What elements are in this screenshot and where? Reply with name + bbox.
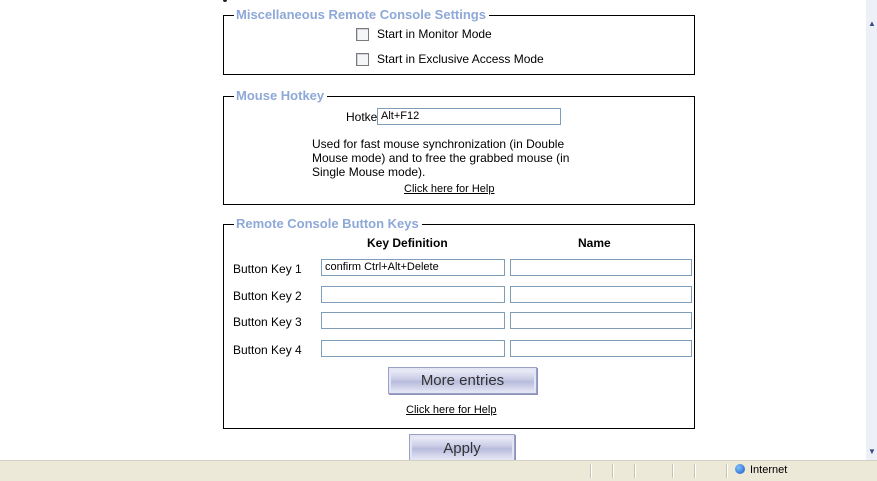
monitor-mode-label: Start in Monitor Mode — [377, 27, 492, 41]
button-key-2-definition-input[interactable] — [321, 286, 505, 303]
hotkey-help-link[interactable]: Click here for Help — [404, 183, 494, 195]
button-keys-group: Remote Console Button Keys Key Definitio… — [223, 216, 695, 429]
security-zone-indicator: Internet — [735, 464, 787, 476]
misc-settings-legend: Miscellaneous Remote Console Settings — [234, 7, 489, 23]
button-key-4-label: Button Key 4 — [233, 343, 302, 357]
button-key-3-definition-input[interactable] — [321, 312, 505, 329]
hotkey-description-line-2: Mouse mode) and to free the grabbed mous… — [312, 151, 570, 165]
security-zone-label: Internet — [750, 464, 788, 476]
button-key-2-name-input[interactable] — [510, 286, 692, 303]
key-definition-column-header: Key Definition — [367, 236, 448, 250]
scroll-up-arrow-icon[interactable]: ▲ — [868, 20, 876, 28]
hotkey-input[interactable]: Alt+F12 — [377, 108, 561, 125]
exclusive-mode-label: Start in Exclusive Access Mode — [377, 52, 544, 66]
button-key-4-definition-input[interactable] — [321, 340, 505, 357]
status-bar: Internet — [0, 460, 877, 481]
button-key-1-label: Button Key 1 — [233, 262, 302, 276]
more-entries-button[interactable]: More entries — [388, 367, 537, 394]
mouse-hotkey-legend: Mouse Hotkey — [234, 88, 328, 104]
status-bar-divider — [694, 464, 696, 478]
button-keys-help-link[interactable]: Click here for Help — [406, 404, 496, 416]
status-bar-divider — [634, 464, 636, 478]
button-key-1-name-input[interactable] — [510, 259, 692, 276]
hotkey-description-line-3: Single Mouse mode). — [312, 165, 426, 179]
misc-settings-group: Miscellaneous Remote Console Settings St… — [223, 7, 695, 75]
name-column-header: Name — [578, 236, 611, 250]
button-key-3-name-input[interactable] — [510, 312, 692, 329]
mouse-hotkey-group: Mouse Hotkey Hotkey Alt+F12 Used for fas… — [223, 88, 695, 205]
status-bar-divider — [612, 464, 614, 478]
button-key-4-name-input[interactable] — [510, 340, 692, 357]
status-bar-divider — [590, 464, 592, 478]
button-keys-legend: Remote Console Button Keys — [234, 216, 422, 232]
status-bar-divider — [672, 464, 674, 478]
apply-button[interactable]: Apply — [409, 434, 515, 461]
monitor-mode-checkbox[interactable] — [356, 28, 369, 41]
status-bar-divider — [726, 464, 728, 478]
exclusive-mode-checkbox[interactable] — [356, 53, 369, 66]
button-key-1-definition-input[interactable]: confirm Ctrl+Alt+Delete — [321, 259, 505, 276]
button-key-2-label: Button Key 2 — [233, 289, 302, 303]
globe-icon — [735, 464, 745, 474]
vertical-scrollbar[interactable]: ▲ ▼ — [866, 0, 877, 460]
button-key-3-label: Button Key 3 — [233, 315, 302, 329]
hotkey-description-line-1: Used for fast mouse synchronization (in … — [312, 137, 565, 151]
cropped-text-fragment — [223, 0, 229, 6]
scroll-down-arrow-icon[interactable]: ▼ — [868, 448, 876, 456]
